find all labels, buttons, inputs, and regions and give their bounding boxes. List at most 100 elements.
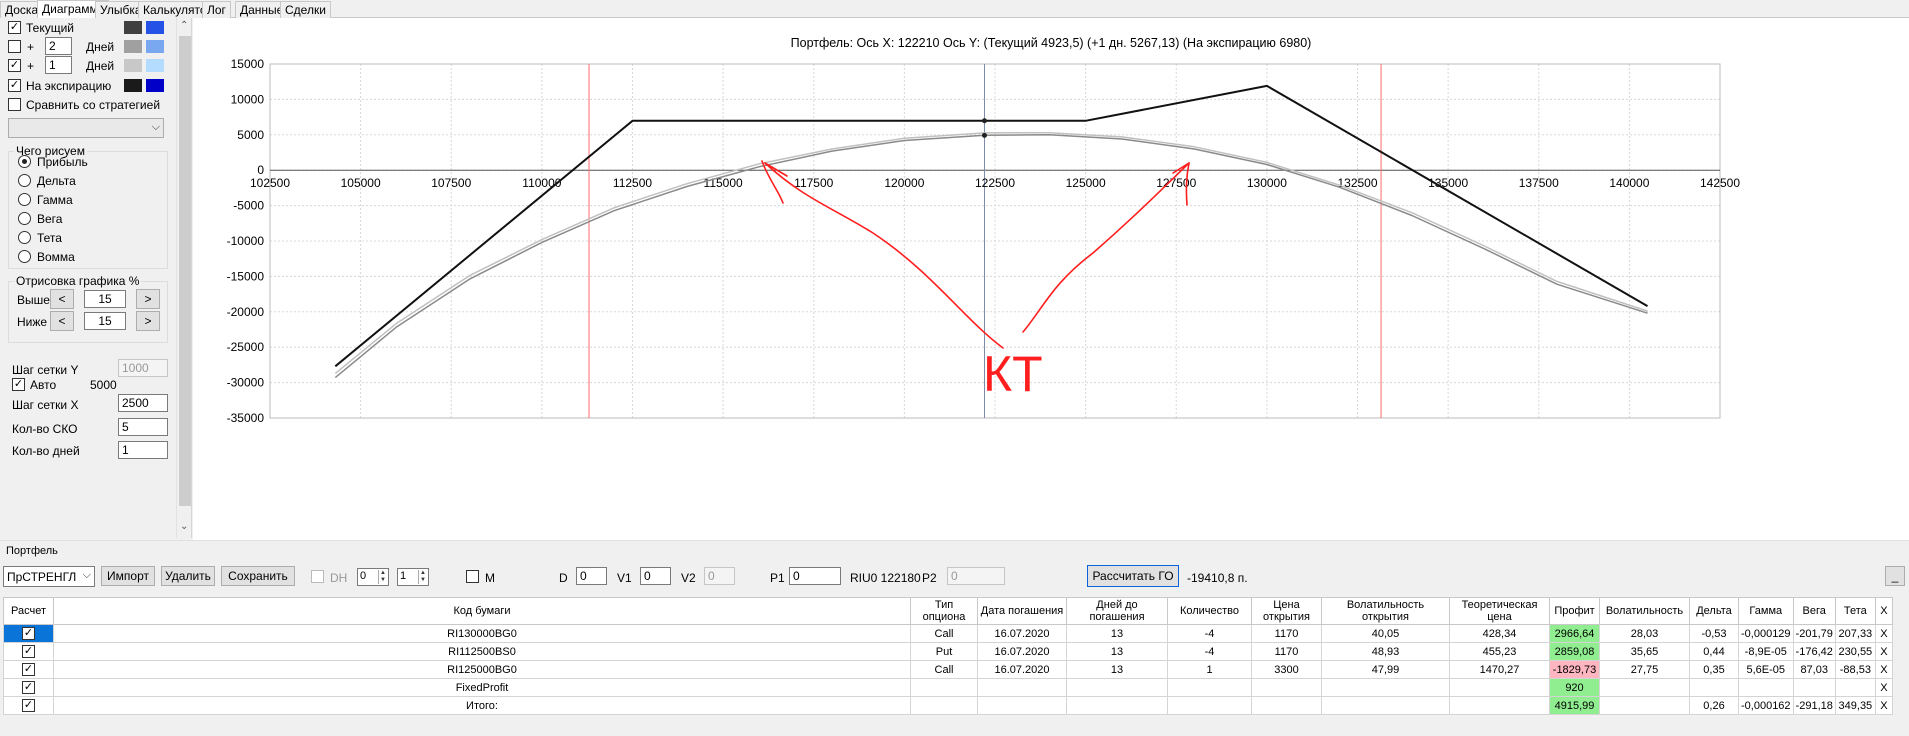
p2-input[interactable]: 0 <box>947 567 1005 585</box>
plus2-light-color-swatch[interactable] <box>146 40 164 53</box>
payoff-chart[interactable]: 15000 10000 5000 0 -5000 -10000 -15000 -20000 -2… <box>193 18 1909 540</box>
expiry-checkbox[interactable]: ✓ <box>8 79 21 92</box>
table-row[interactable]: ✓ Итого: 4915,99 0,26 -0,000162 -291,18 … <box>3 696 1893 715</box>
table-row[interactable]: ✓ RI112500BS0 Put 16.07.2020 13 -4 1170 … <box>3 642 1893 661</box>
spin-arrows-icon[interactable]: ▲ ▼ <box>378 570 387 584</box>
dh-spin-1[interactable]: 0 ▲ ▼ <box>357 568 389 586</box>
row-remove-button[interactable]: X <box>1874 660 1893 679</box>
compare-strategy-checkbox[interactable] <box>8 98 21 111</box>
plus-days-2-input[interactable]: 2 <box>45 37 72 55</box>
col-header-gamma[interactable]: Гамма <box>1738 597 1794 625</box>
cell-theta: 349,35 <box>1834 696 1876 715</box>
dh-checkbox[interactable] <box>311 570 324 583</box>
minimize-button[interactable]: _ <box>1885 566 1905 586</box>
row-calc-checkbox[interactable]: ✓ <box>22 627 35 640</box>
row-calc-cell[interactable]: ✓ <box>3 696 54 715</box>
dh-spin-2[interactable]: 1 ▲ ▼ <box>397 568 429 586</box>
plus-days-2-checkbox[interactable] <box>8 40 21 53</box>
row-calc-cell[interactable]: ✓ <box>3 678 54 697</box>
col-header-theoretical-price[interactable]: Теоретическая цена <box>1449 597 1550 625</box>
col-header-calc[interactable]: Расчет <box>3 597 54 625</box>
tab-deals[interactable]: Сделки <box>280 1 331 18</box>
panel-splitter[interactable] <box>0 540 1909 545</box>
row-calc-checkbox[interactable]: ✓ <box>22 699 35 712</box>
delete-button[interactable]: Удалить <box>161 566 215 586</box>
table-row[interactable]: ✓ RI125000BG0 Call 16.07.2020 13 1 3300 … <box>3 660 1893 679</box>
settings-scrollbar[interactable]: ⌃ ⌄ <box>176 18 191 538</box>
below-increase-button[interactable]: > <box>136 311 160 331</box>
auto-grid-checkbox[interactable]: ✓ <box>12 378 25 391</box>
col-header-open-volatility[interactable]: Волатильность открытия <box>1321 597 1450 625</box>
above-value-input[interactable]: 15 <box>84 290 126 308</box>
current-light-color-swatch[interactable] <box>146 21 164 34</box>
col-header-vega[interactable]: Вега <box>1792 597 1836 625</box>
cell-open-volatility <box>1321 696 1450 715</box>
row-calc-checkbox[interactable]: ✓ <box>22 645 35 658</box>
table-row[interactable]: ✓ FixedProfit 920 X <box>3 678 1893 697</box>
p1-input[interactable]: 0 <box>789 567 841 585</box>
above-increase-button[interactable]: > <box>136 289 160 309</box>
v1-input[interactable]: 0 <box>640 567 671 585</box>
expiry-dark-color-swatch[interactable] <box>124 79 142 92</box>
save-button[interactable]: Сохранить <box>221 566 295 586</box>
radio-gamma[interactable] <box>18 193 31 206</box>
plus2-dark-color-swatch[interactable] <box>124 40 142 53</box>
row-remove-button[interactable]: X <box>1874 678 1893 697</box>
import-button[interactable]: Импорт <box>101 566 155 586</box>
radio-vomma-label: Вомма <box>37 250 75 264</box>
above-decrease-button[interactable]: < <box>50 289 74 309</box>
col-header-quantity[interactable]: Количество <box>1167 597 1252 625</box>
radio-vega[interactable] <box>18 212 31 225</box>
plus-days-1-checkbox[interactable]: ✓ <box>8 59 21 72</box>
grid-x-input[interactable]: 2500 <box>118 394 168 412</box>
row-calc-checkbox[interactable]: ✓ <box>22 663 35 676</box>
below-decrease-button[interactable]: < <box>50 311 74 331</box>
row-calc-cell[interactable]: ✓ <box>3 642 54 661</box>
expiry-light-color-swatch[interactable] <box>146 79 164 92</box>
scrollbar-thumb[interactable] <box>179 36 191 506</box>
current-dark-color-swatch[interactable] <box>124 21 142 34</box>
col-header-open-price[interactable]: Цена открытия <box>1251 597 1322 625</box>
col-header-type[interactable]: Тип опциона <box>910 597 978 625</box>
row-calc-checkbox[interactable]: ✓ <box>22 681 35 694</box>
radio-vomma[interactable] <box>18 250 31 263</box>
radio-delta[interactable] <box>18 174 31 187</box>
col-header-theta[interactable]: Тета <box>1834 597 1876 625</box>
col-header-days-to-expiry[interactable]: Дней до погашения <box>1066 597 1168 625</box>
v2-input[interactable]: 0 <box>704 567 735 585</box>
col-header-expiry-date[interactable]: Дата погашения <box>977 597 1067 625</box>
col-header-code[interactable]: Код бумаги <box>53 597 911 625</box>
row-remove-button[interactable]: X <box>1874 624 1893 643</box>
below-value-input[interactable]: 15 <box>84 312 126 330</box>
col-header-profit[interactable]: Профит <box>1549 597 1600 625</box>
scroll-down-icon[interactable]: ⌄ <box>180 521 188 532</box>
current-checkbox[interactable]: ✓ <box>8 21 21 34</box>
chevron-down-icon: ⌵ <box>82 569 91 581</box>
d-input[interactable]: 0 <box>576 567 607 585</box>
row-calc-cell[interactable]: ✓ <box>3 660 54 679</box>
col-header-volatility[interactable]: Волатильность <box>1599 597 1690 625</box>
col-header-remove[interactable]: X <box>1874 597 1893 625</box>
table-row[interactable]: ✓ RI130000BG0 Call 16.07.2020 13 -4 1170… <box>3 624 1893 643</box>
strategy-compare-select[interactable]: ⌵ <box>8 118 164 138</box>
strategy-select[interactable]: ПрСТРЕНГЛ ⌵ <box>3 566 95 587</box>
tab-log[interactable]: Лог <box>202 1 231 18</box>
days-count-input[interactable]: 1 <box>118 441 168 459</box>
m-checkbox[interactable] <box>466 570 479 583</box>
col-header-delta[interactable]: Дельта <box>1689 597 1739 625</box>
plus-days-1-input[interactable]: 1 <box>45 56 72 74</box>
y-tick-label: -5000 <box>233 199 264 213</box>
annotation-arrow <box>764 162 1004 349</box>
row-remove-button[interactable]: X <box>1874 696 1893 715</box>
scroll-up-icon[interactable]: ⌃ <box>180 20 188 31</box>
grid-y-input[interactable]: 1000 <box>118 359 168 377</box>
plus1-light-color-swatch[interactable] <box>146 59 164 72</box>
row-remove-button[interactable]: X <box>1874 642 1893 661</box>
sko-input[interactable]: 5 <box>118 418 168 436</box>
row-calc-cell[interactable]: ✓ <box>3 624 54 643</box>
spin-arrows-icon[interactable]: ▲ ▼ <box>418 570 427 584</box>
calculate-go-button[interactable]: Рассчитать ГО <box>1087 565 1179 587</box>
radio-theta[interactable] <box>18 231 31 244</box>
plus1-dark-color-swatch[interactable] <box>124 59 142 72</box>
radio-profit[interactable] <box>18 155 31 168</box>
